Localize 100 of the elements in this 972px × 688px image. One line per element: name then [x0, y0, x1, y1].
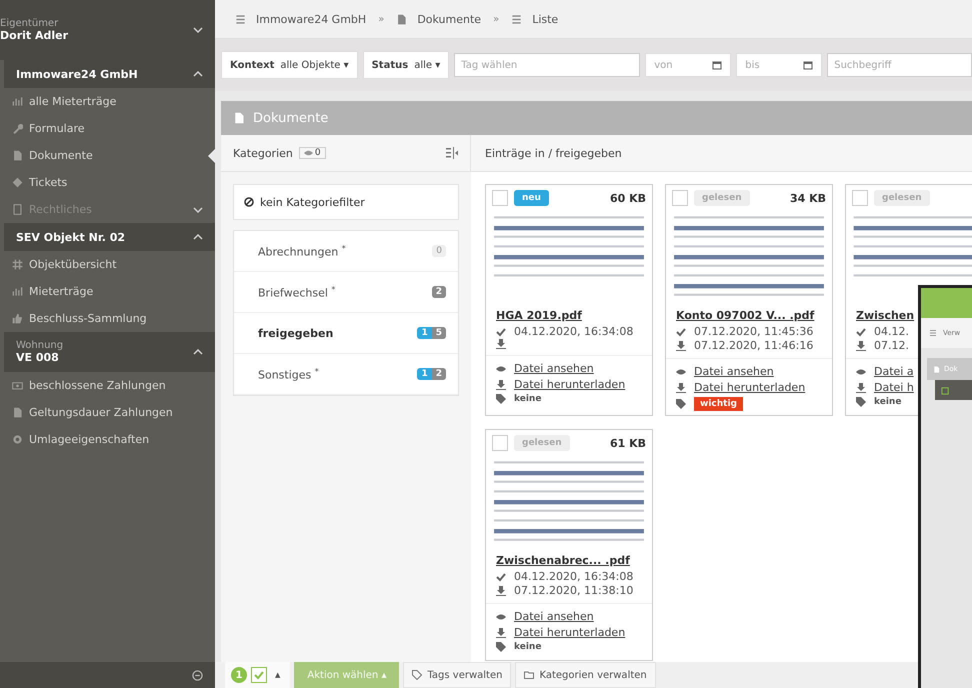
hash-icon — [12, 259, 23, 270]
eye-icon — [496, 364, 506, 374]
read-date: 07.12.2020, 11:45:36 — [694, 325, 814, 338]
tag-icon — [12, 177, 23, 188]
eye-icon — [496, 612, 506, 622]
download-file-link[interactable]: Datei h — [874, 381, 914, 394]
breadcrumb-item[interactable]: Liste — [499, 12, 570, 26]
checkbox[interactable] — [852, 190, 868, 206]
tag-icon — [412, 670, 422, 680]
calendar-icon[interactable] — [712, 60, 722, 70]
eye-icon — [304, 150, 313, 156]
document-card[interactable]: gelesen 34 KB Konto 097002 V... .pdf 07.12.2020, 11:45:36 07.12.2020, 11:46:16 Datei ansehen Datei herunterladen wichtig — [665, 184, 833, 416]
tag-label: keine — [514, 394, 542, 404]
unread-count: 1 — [417, 327, 432, 339]
tag-icon — [676, 399, 686, 409]
category-item[interactable]: freigegeben 1 5 — [234, 313, 458, 354]
collapse-panel-icon[interactable] — [446, 147, 458, 159]
unread-count: 1 — [417, 368, 432, 380]
tag-label: wichtig — [694, 397, 743, 411]
document-card[interactable]: gelesen 61 KB Zwischenabrec... .pdf 04.12.2020, 16:34:08 07.12.2020, 11:38:10 Datei ansehen Datei herunterladen keine — [485, 429, 653, 661]
download-icon — [676, 382, 686, 392]
status-badge: neu — [514, 190, 549, 206]
checkmark-icon — [496, 572, 506, 582]
download-icon — [856, 382, 866, 392]
file-name-link[interactable]: HGA 2019.pdf — [496, 309, 582, 322]
document-icon — [12, 150, 23, 161]
category-label: Abrechnungen $^{*}$ — [258, 244, 346, 258]
checkbox[interactable] — [492, 190, 508, 206]
file-name-link[interactable]: Konto 097002 V... .pdf — [676, 309, 814, 322]
manage-tags-button[interactable]: Tags verwalten — [403, 662, 512, 688]
tag-input[interactable]: Tag wählen — [454, 53, 640, 77]
chevron-up-icon[interactable] — [193, 234, 203, 240]
document-icon — [396, 14, 408, 24]
status-dropdown[interactable]: Status alle ▾ — [362, 51, 450, 79]
download-file-link[interactable]: Datei herunterladen — [514, 626, 626, 639]
category-label: freigegeben — [258, 326, 334, 340]
no-category-filter[interactable]: kein Kategoriefilter — [233, 184, 459, 220]
calendar-icon[interactable] — [803, 60, 814, 70]
panel-title: Dokumente — [253, 110, 328, 126]
view-file-link[interactable]: Datei ansehen — [514, 362, 594, 375]
tag-icon — [856, 397, 866, 407]
list-icon — [511, 14, 522, 24]
checkbox[interactable] — [672, 190, 688, 206]
breadcrumb-item[interactable]: Immoware24 GmbH — [223, 12, 378, 26]
view-file-link[interactable]: Datei ansehen — [514, 610, 594, 623]
thumbs-up-icon — [12, 313, 23, 324]
download-icon — [496, 628, 506, 638]
sidebar-item[interactable]: Beschluss-Sammlung — [0, 305, 215, 332]
list-icon — [235, 14, 246, 24]
visibility-counter[interactable]: 0 — [298, 147, 326, 159]
download-icon — [496, 339, 506, 349]
manage-categories-button[interactable]: Kategorien verwalten — [515, 662, 656, 688]
document-icon — [12, 407, 23, 418]
sidebar-item[interactable]: Formulare — [0, 115, 215, 142]
checkmark-icon — [496, 326, 506, 336]
eye-icon — [856, 366, 866, 376]
wrench-icon — [12, 123, 23, 134]
sidebar-item[interactable]: beschlossene Zahlungen — [0, 372, 215, 399]
sidebar-item[interactable]: Mieterträge — [0, 278, 215, 305]
chevron-down-icon[interactable] — [193, 27, 203, 33]
read-date: 04.12. — [874, 325, 909, 338]
sidebar-item[interactable]: Umlageeigenschaften — [0, 426, 215, 453]
sidebar-item[interactable]: Dokumente — [0, 142, 215, 169]
sidebar-item[interactable]: Geltungsdauer Zahlungen — [0, 399, 215, 426]
document-card[interactable]: neu 60 KB HGA 2019.pdf 04.12.2020, 16:34:08 Datei ansehen Datei herunterladen keine — [485, 184, 653, 416]
context-dropdown[interactable]: Kontext alle Objekte ▾ — [221, 51, 358, 79]
breadcrumb-separator: » — [493, 14, 500, 24]
category-item[interactable]: Abrechnungen $^{*}$ 0 — [234, 231, 458, 272]
category-label: Sonstiges $^{*}$ — [258, 366, 319, 382]
checkmark-icon — [856, 326, 866, 336]
download-icon — [676, 340, 686, 350]
breadcrumb-item[interactable]: Dokumente — [384, 12, 494, 26]
view-file-link[interactable]: Datei ansehen — [694, 365, 774, 378]
sidebar-item[interactable]: alle Mieterträge — [0, 88, 215, 115]
status-badge: gelesen — [874, 190, 930, 206]
read-date: 04.12.2020, 16:34:08 — [514, 325, 634, 338]
sidebar-item[interactable]: Objektübersicht — [0, 251, 215, 278]
chevron-up-icon[interactable] — [193, 349, 203, 355]
checkbox[interactable] — [492, 435, 508, 451]
chevron-up-icon[interactable] — [193, 71, 203, 77]
tag-label: keine — [514, 642, 542, 652]
sidebar-item[interactable]: Tickets — [0, 169, 215, 196]
download-date: 07.12.2020, 11:38:10 — [514, 584, 634, 597]
category-item[interactable]: Briefwechsel $^{*}$ 2 — [234, 272, 458, 313]
file-name-link[interactable]: Zwischenabrec... .pdf — [496, 554, 630, 567]
download-file-link[interactable]: Datei herunterladen — [694, 381, 806, 394]
tag-icon — [496, 642, 506, 652]
selected-count: 1 — [231, 667, 247, 683]
group-title[interactable]: VE 008 — [16, 351, 59, 364]
search-field[interactable]: Suchbegriff — [827, 53, 972, 77]
select-all-checkbox[interactable] — [251, 667, 267, 683]
category-item[interactable]: Sonstiges $^{*}$ 1 2 — [234, 354, 458, 395]
category-label: Briefwechsel $^{*}$ — [258, 284, 336, 300]
file-size: 61 KB — [610, 436, 646, 450]
download-icon — [856, 340, 866, 350]
collapse-icon[interactable] — [192, 670, 203, 680]
download-file-link[interactable]: Datei herunterladen — [514, 378, 626, 391]
view-file-link[interactable]: Datei a — [874, 365, 914, 378]
window-title-bar — [921, 288, 972, 318]
file-name-link[interactable]: Zwischen — [856, 309, 914, 322]
